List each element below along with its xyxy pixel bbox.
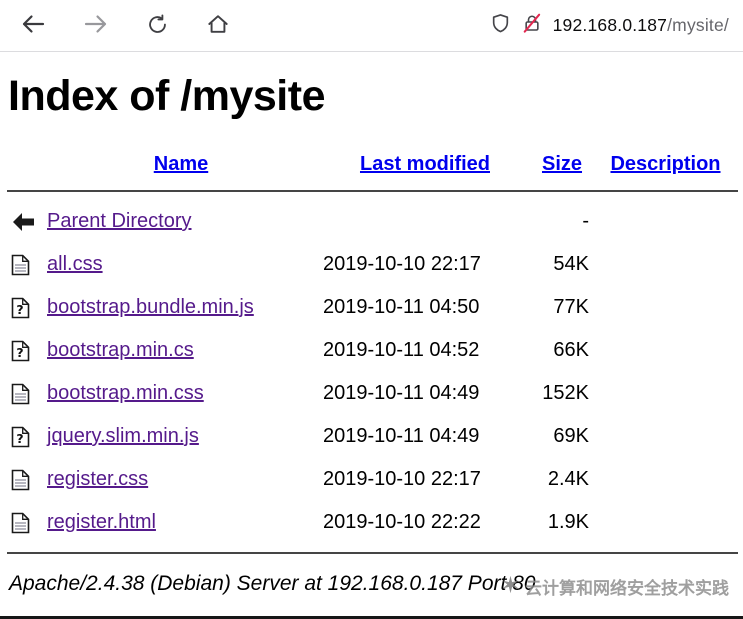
file-table-body: Parent Directory - all.css 2019-10-10 22… — [7, 200, 738, 544]
file-modified: 2019-10-11 04:52 — [323, 339, 480, 361]
home-button[interactable] — [204, 10, 232, 41]
home-icon — [207, 13, 229, 38]
svg-text:?: ? — [16, 302, 23, 317]
forward-arrow-icon — [84, 14, 108, 37]
file-link[interactable]: register.html — [47, 511, 156, 533]
table-row: register.html 2019-10-10 22:22 1.9K — [7, 501, 738, 544]
svg-text:?: ? — [16, 345, 23, 360]
browser-window: 192.168.0.187/mysite/ Index of /mysite N… — [0, 0, 743, 619]
file-description — [593, 501, 738, 544]
header-rule — [7, 190, 738, 192]
page-title: Index of /mysite — [8, 72, 325, 120]
table-row: register.css 2019-10-10 22:17 2.4K — [7, 458, 738, 501]
file-modified — [319, 200, 531, 243]
file-size: - — [582, 210, 589, 232]
file-size: 2.4K — [547, 468, 589, 490]
back-button[interactable] — [18, 11, 48, 40]
insecure-lock-strikethrough-icon[interactable] — [522, 13, 542, 39]
text-icon — [11, 383, 30, 405]
file-modified: 2019-10-10 22:17 — [323, 253, 481, 275]
sort-last-modified-link[interactable]: Last modified — [360, 153, 490, 175]
text-icon — [11, 512, 30, 534]
file-link[interactable]: bootstrap.bundle.min.js — [47, 296, 254, 318]
watermark-logo-icon — [501, 575, 520, 599]
browser-toolbar: 192.168.0.187/mysite/ — [0, 0, 743, 52]
file-link[interactable]: all.css — [47, 253, 103, 275]
column-icon-header — [7, 147, 43, 182]
file-table: Name Last modified Size Description Pare… — [7, 147, 738, 562]
table-row: ? bootstrap.bundle.min.js 2019-10-11 04:… — [7, 286, 738, 329]
url-bar[interactable]: 192.168.0.187/mysite/ — [490, 13, 731, 39]
file-size: 1.9K — [547, 511, 589, 533]
url-text: 192.168.0.187/mysite/ — [553, 15, 729, 36]
nav-button-group — [10, 10, 232, 41]
sort-size-link[interactable]: Size — [542, 153, 582, 175]
table-row: all.css 2019-10-10 22:17 54K — [7, 243, 738, 286]
text-icon — [11, 254, 30, 276]
file-description — [593, 243, 738, 286]
file-description — [593, 200, 738, 243]
file-description — [593, 372, 738, 415]
file-modified: 2019-10-11 04:49 — [323, 425, 480, 447]
file-link[interactable]: bootstrap.min.css — [47, 382, 204, 404]
header-rule-row — [7, 182, 738, 200]
file-modified: 2019-10-11 04:49 — [323, 382, 480, 404]
file-modified: 2019-10-10 22:17 — [323, 468, 481, 490]
file-description — [593, 458, 738, 501]
table-row: ? jquery.slim.min.js 2019-10-11 04:49 69… — [7, 415, 738, 458]
file-description — [593, 415, 738, 458]
back-icon — [11, 212, 36, 232]
text-icon — [11, 469, 30, 491]
sort-description-link[interactable]: Description — [610, 153, 720, 175]
sort-name-link[interactable]: Name — [154, 153, 208, 175]
footer-rule — [7, 552, 738, 554]
refresh-icon — [147, 13, 168, 38]
file-link[interactable]: jquery.slim.min.js — [47, 425, 199, 447]
unknown-icon: ? — [11, 340, 30, 362]
back-arrow-icon — [21, 14, 45, 37]
file-size: 77K — [553, 296, 589, 318]
file-description — [593, 329, 738, 372]
unknown-icon: ? — [11, 297, 30, 319]
forward-button[interactable] — [81, 11, 111, 40]
file-link[interactable]: Parent Directory — [47, 210, 192, 232]
file-modified: 2019-10-10 22:22 — [323, 511, 481, 533]
tracking-protection-shield-icon[interactable] — [490, 13, 511, 39]
file-size: 66K — [553, 339, 589, 361]
file-link[interactable]: bootstrap.min.cs — [47, 339, 194, 361]
url-host: 192.168.0.187 — [552, 15, 668, 35]
table-header-row: Name Last modified Size Description — [7, 147, 738, 182]
url-path: /mysite/ — [667, 15, 729, 35]
table-row: Parent Directory - — [7, 200, 738, 243]
file-modified: 2019-10-11 04:50 — [323, 296, 480, 318]
svg-text:?: ? — [16, 431, 23, 446]
file-link[interactable]: register.css — [47, 468, 148, 490]
file-size: 54K — [553, 253, 589, 275]
file-size: 69K — [553, 425, 589, 447]
refresh-button[interactable] — [144, 11, 171, 41]
watermark-text: 云计算和网络安全技术实践 — [525, 579, 729, 598]
file-size: 152K — [542, 382, 589, 404]
file-description — [593, 286, 738, 329]
watermark: 云计算和网络安全技术实践 — [501, 574, 729, 599]
unknown-icon: ? — [11, 426, 30, 448]
footer-rule-row — [7, 544, 738, 562]
page-content: Index of /mysite Name Last modified Size… — [0, 52, 743, 596]
table-row: bootstrap.min.css 2019-10-11 04:49 152K — [7, 372, 738, 415]
table-row: ? bootstrap.min.cs 2019-10-11 04:52 66K — [7, 329, 738, 372]
